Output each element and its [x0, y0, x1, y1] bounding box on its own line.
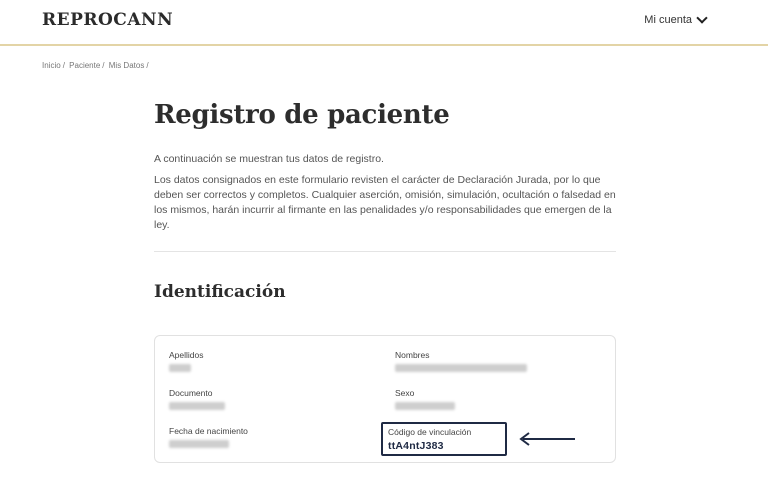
intro-text: A continuación se muestran tus datos de … [154, 153, 384, 165]
section-title-identificacion: Identificación [154, 282, 286, 302]
field-label: Documento [169, 388, 213, 398]
field-label: Fecha de nacimiento [169, 426, 248, 436]
account-menu-label: Mi cuenta [644, 14, 692, 26]
redacted-value [395, 364, 527, 372]
breadcrumb-separator: / [146, 61, 149, 70]
field-label: Código de vinculación [388, 427, 472, 437]
disclaimer-text: Los datos consignados en este formulario… [154, 174, 616, 231]
section-divider [154, 251, 616, 252]
field-label: Apellidos [169, 350, 204, 360]
redacted-value [169, 440, 229, 448]
breadcrumb-separator: / [62, 61, 65, 70]
chevron-down-icon [696, 12, 708, 24]
top-navbar: REPROCANN Mi cuenta [0, 0, 768, 46]
field-label: Sexo [395, 388, 415, 398]
brand-logo[interactable]: REPROCANN [42, 10, 173, 30]
breadcrumb-item-paciente[interactable]: Paciente [69, 61, 100, 70]
breadcrumb-item-inicio[interactable]: Inicio [42, 61, 61, 70]
page-title: Registro de paciente [154, 100, 450, 130]
field-apellidos: Apellidos [169, 350, 369, 372]
field-sexo: Sexo [395, 388, 595, 410]
breadcrumb-separator: / [102, 61, 105, 70]
redacted-value [169, 364, 191, 372]
field-documento: Documento [169, 388, 369, 410]
codigo-vinculacion-value: ttA4ntJ383 [388, 440, 444, 452]
field-label: Nombres [395, 350, 430, 360]
breadcrumb: Inicio / Paciente / Mis Datos / [42, 61, 151, 70]
arrow-left-icon [519, 432, 575, 446]
codigo-vinculacion-box: Código de vinculación ttA4ntJ383 [381, 422, 507, 456]
field-nombres: Nombres [395, 350, 595, 372]
redacted-value [395, 402, 455, 410]
field-fecha-nacimiento: Fecha de nacimiento [169, 426, 369, 448]
breadcrumb-item-mis-datos[interactable]: Mis Datos [109, 61, 145, 70]
account-menu-button[interactable]: Mi cuenta [644, 12, 708, 26]
main-content: Registro de paciente A continuación se m… [154, 100, 616, 302]
redacted-value [169, 402, 225, 410]
